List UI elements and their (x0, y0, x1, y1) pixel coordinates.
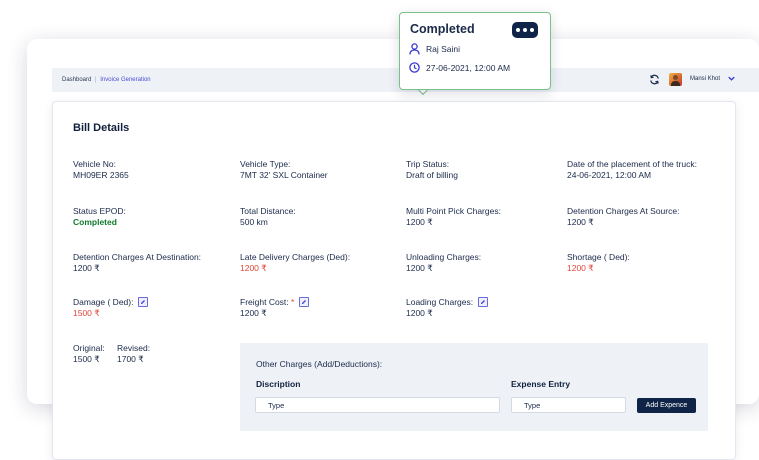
page-title: Bill Details (73, 122, 130, 134)
field-value: 7MT 32' SXL Container (240, 170, 328, 180)
field-value: 1200 ₹ (406, 217, 433, 227)
field-original: Original: 1500 ₹ (73, 343, 105, 365)
popover-datetime-row: 27-06-2021, 12:00 AM (409, 62, 510, 73)
required-marker: * (291, 297, 295, 307)
description-input[interactable] (255, 397, 500, 413)
more-icon[interactable] (512, 22, 538, 38)
field-total-distance: Total Distance: 500 km (240, 206, 296, 228)
chevron-down-icon[interactable] (727, 74, 736, 83)
user-icon (409, 43, 420, 55)
breadcrumb-current[interactable]: Invoice Generation (100, 77, 150, 83)
breadcrumb-separator: | (95, 77, 97, 83)
field-shortage: Shortage ( Ded): 1200 ₹ (567, 252, 630, 274)
field-detention-destination: Detention Charges At Destination: 1200 ₹ (73, 252, 201, 274)
field-damage: Damage ( Ded): 1500 ₹ (73, 296, 149, 319)
add-expense-button[interactable]: Add Expence (637, 398, 696, 413)
field-label: Revised: (117, 343, 151, 353)
field-value: Draft of billing (406, 170, 458, 180)
clock-icon (409, 62, 420, 73)
field-label-row: Damage ( Ded): (73, 296, 149, 308)
field-value: 24-06-2021, 12:00 AM (567, 170, 652, 180)
edit-icon[interactable] (299, 296, 310, 307)
field-label: Shortage ( Ded): (567, 252, 630, 262)
popover-person-row: Raj Saini (409, 43, 460, 55)
field-label: Late Delivery Charges (Ded): (240, 252, 351, 262)
breadcrumb: Dashboard | Invoice Generation (62, 77, 151, 83)
edit-icon[interactable] (478, 296, 489, 307)
field-freight-cost: Freight Cost: * 1200 ₹ (240, 296, 310, 319)
refresh-icon[interactable] (649, 74, 660, 85)
status-badge: Completed (73, 217, 117, 227)
popover-datetime: 27-06-2021, 12:00 AM (426, 62, 511, 73)
field-label: Status EPOD: (73, 206, 126, 216)
field-placement-date: Date of the placement of the truck: 24-0… (567, 159, 697, 181)
breadcrumb-dashboard[interactable]: Dashboard (62, 77, 91, 83)
field-value: MH09ER 2365 (73, 170, 129, 180)
expense-entry-header: Expense Entry (511, 379, 571, 389)
field-label-row: Freight Cost: * (240, 296, 310, 308)
field-label: Total Distance: (240, 206, 296, 216)
field-label: Detention Charges At Destination: (73, 252, 202, 262)
field-label: Trip Status: (406, 159, 450, 169)
field-value: 1200 ₹ (567, 263, 594, 273)
field-value: 1500 ₹ (73, 308, 100, 318)
field-revised: Revised: 1700 ₹ (117, 343, 150, 365)
field-label: Vehicle Type: (240, 159, 291, 169)
avatar[interactable] (669, 73, 682, 86)
field-detention-source: Detention Charges At Source: 1200 ₹ (567, 206, 679, 228)
field-label: Multi Point Pick Charges: (406, 206, 501, 216)
field-value: 1200 ₹ (567, 217, 594, 227)
expense-entry-input[interactable] (511, 397, 626, 413)
field-loading: Loading Charges: 1200 ₹ (406, 296, 489, 319)
field-status-epod: Status EPOD: Completed (73, 206, 126, 228)
field-multi-point-pick: Multi Point Pick Charges: 1200 ₹ (406, 206, 501, 228)
field-label: Vehicle No: (73, 159, 116, 169)
field-trip-status: Trip Status: Draft of billing (406, 159, 458, 181)
field-value: 500 km (240, 217, 268, 227)
field-label: Freight Cost: (240, 297, 289, 307)
description-header: Discription (256, 379, 301, 389)
field-label: Detention Charges At Source: (567, 206, 680, 216)
field-value: 1700 ₹ (117, 354, 144, 364)
field-label: Unloading Charges: (406, 252, 482, 262)
field-label: Loading Charges: (406, 297, 474, 307)
field-value: 1200 ₹ (240, 308, 267, 318)
field-label-row: Loading Charges: (406, 296, 489, 308)
field-value: 1200 ₹ (240, 263, 267, 273)
field-label: Original: (73, 343, 105, 353)
field-label: Damage ( Ded): (73, 297, 134, 307)
user-name[interactable]: Mansi Khot (690, 76, 720, 82)
popover-status: Completed (410, 22, 475, 36)
field-label: Date of the placement of the truck: (567, 159, 697, 169)
other-charges-panel (240, 343, 708, 431)
other-charges-title: Other Charges (Add/Deductions): (256, 359, 383, 369)
field-value: 1200 ₹ (73, 263, 100, 273)
field-value: 1200 ₹ (406, 308, 433, 318)
field-value: 1500 ₹ (73, 354, 100, 364)
field-unloading: Unloading Charges: 1200 ₹ (406, 252, 481, 274)
field-late-delivery: Late Delivery Charges (Ded): 1200 ₹ (240, 252, 350, 274)
field-vehicle-type: Vehicle Type: 7MT 32' SXL Container (240, 159, 328, 181)
popover-person: Raj Saini (426, 44, 461, 54)
field-vehicle-no: Vehicle No: MH09ER 2365 (73, 159, 129, 181)
edit-icon[interactable] (138, 296, 149, 307)
field-value: 1200 ₹ (406, 263, 433, 273)
